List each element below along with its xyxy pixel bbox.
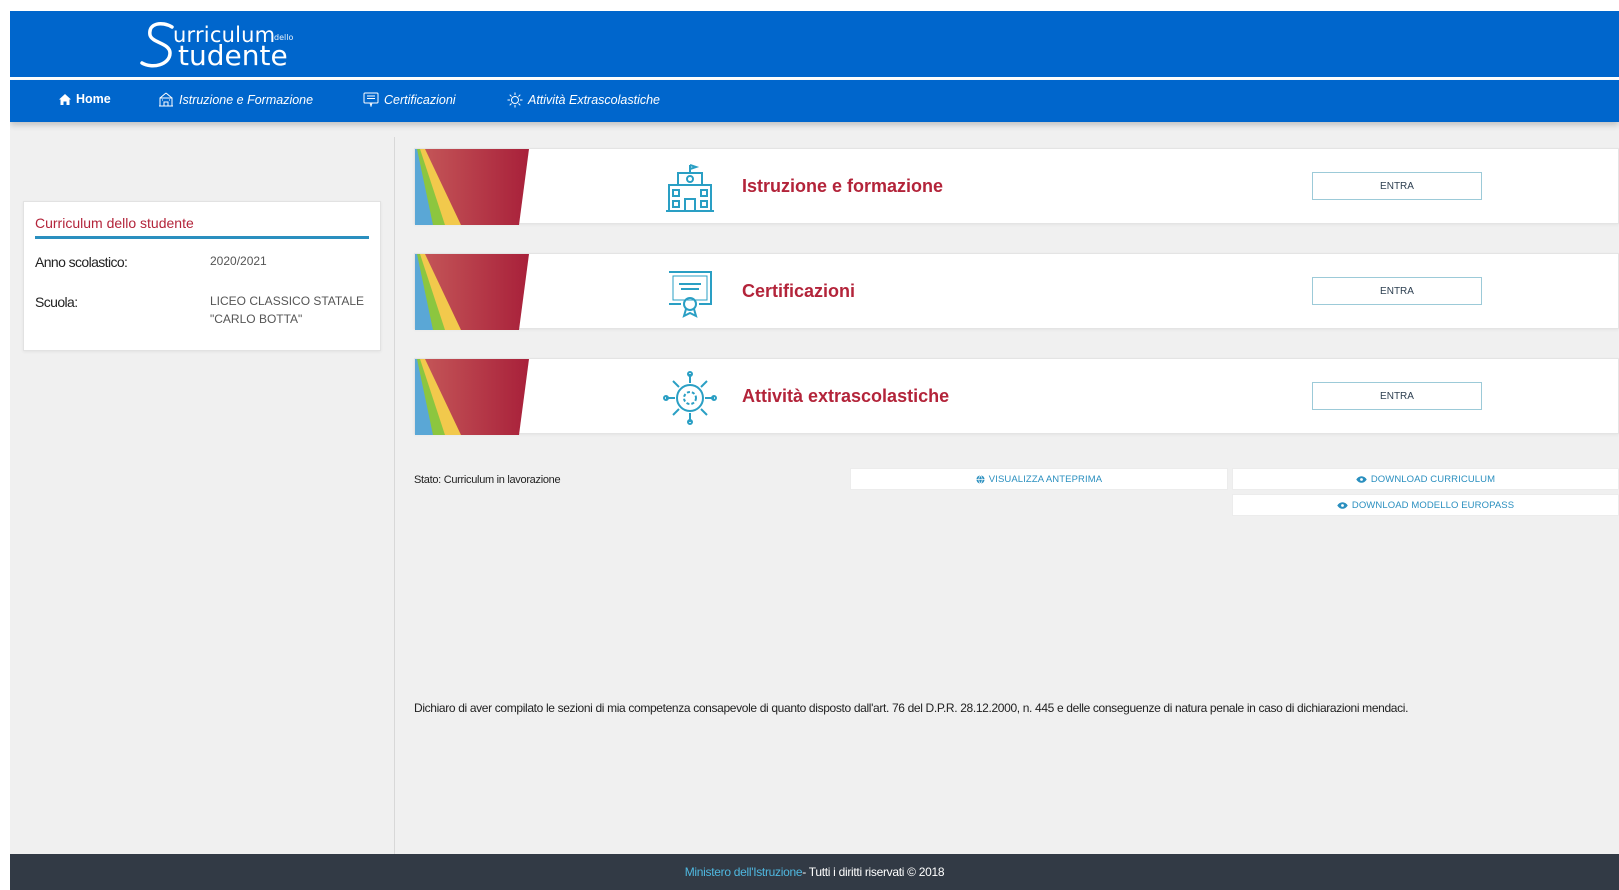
entra-button-istruzione[interactable]: ENTRA xyxy=(1312,172,1482,200)
app-frame: urriculum dello tudente Home Istruzione … xyxy=(10,11,1619,890)
section-card-istruzione: Istruzione e formazione ENTRA xyxy=(414,148,1619,225)
nav-item-label: Attività Extrascolastiche xyxy=(528,93,660,107)
nav-item-istruzione[interactable]: Istruzione e Formazione xyxy=(158,92,313,107)
entra-button-certificazioni[interactable]: ENTRA xyxy=(1312,277,1482,305)
preview-button[interactable]: VISUALIZZA ANTEPRIMA xyxy=(850,468,1228,490)
footer: Ministero dell'Istruzione - Tutti i diri… xyxy=(10,854,1619,890)
download-curriculum-label: DOWNLOAD CURRICULUM xyxy=(1370,473,1496,485)
entra-button-attivita[interactable]: ENTRA xyxy=(1312,382,1482,410)
scuola-value-line2: "CARLO BOTTA" xyxy=(210,312,303,326)
info-card-title: Curriculum dello studente xyxy=(35,215,194,231)
student-info-card: Curriculum dello studente Anno scolastic… xyxy=(23,201,381,351)
eye-icon xyxy=(1356,475,1367,483)
header-bar: urriculum dello tudente xyxy=(10,11,1619,77)
card-stripe-decoration xyxy=(415,149,529,225)
footer-ministero-link[interactable]: Ministero dell'Istruzione xyxy=(685,865,803,879)
globe-icon xyxy=(976,474,985,484)
section-card-certificazioni: Certificazioni ENTRA xyxy=(414,253,1619,330)
gear-icon xyxy=(507,92,523,108)
download-europass-button[interactable]: DOWNLOAD MODELLO EUROPASS xyxy=(1232,494,1619,516)
curriculum-status: Stato: Curriculum in lavorazione xyxy=(414,474,561,486)
info-card-underline xyxy=(35,236,369,239)
activity-gear-icon xyxy=(663,371,717,425)
scuola-label: Scuola: xyxy=(35,294,78,310)
nav-item-home[interactable]: Home xyxy=(59,92,111,106)
nav-item-label: Istruzione e Formazione xyxy=(179,92,314,107)
nav-item-attivita[interactable]: Attività Extrascolastiche xyxy=(507,92,660,108)
section-title: Attività extrascolastiche xyxy=(742,386,950,406)
section-title: Certificazioni xyxy=(742,281,856,301)
nav-item-label: Certificazioni xyxy=(384,92,456,107)
download-europass-label: DOWNLOAD MODELLO EUROPASS xyxy=(1351,499,1515,511)
logo-text-studente: tudente xyxy=(178,39,288,72)
card-stripe-decoration xyxy=(415,254,529,330)
certificate-icon xyxy=(363,92,379,107)
section-card-attivita: Attività extrascolastiche ENTRA xyxy=(414,358,1619,435)
anno-label: Anno scolastico: xyxy=(35,254,128,270)
section-title: Istruzione e formazione xyxy=(742,176,944,196)
certificate-icon xyxy=(669,271,712,318)
sidebar-separator xyxy=(394,137,395,864)
eye-icon xyxy=(1337,501,1348,509)
declaration-text: Dichiaro di aver compilato le sezioni di… xyxy=(414,701,1409,715)
anno-value: 2020/2021 xyxy=(210,254,267,268)
scuola-value-line1: LICEO CLASSICO STATALE xyxy=(210,294,365,308)
main-nav: Home Istruzione e Formazione Certificazi… xyxy=(10,80,1619,122)
logo[interactable]: urriculum dello tudente xyxy=(140,13,340,73)
preview-label: VISUALIZZA ANTEPRIMA xyxy=(988,473,1103,485)
footer-copyright: - Tutti i diritti riservati © 2018 xyxy=(802,865,945,879)
school-building-icon xyxy=(666,164,714,212)
nav-item-label: Home xyxy=(76,92,111,106)
card-stripe-decoration xyxy=(415,359,529,435)
download-curriculum-button[interactable]: DOWNLOAD CURRICULUM xyxy=(1232,468,1619,490)
school-icon xyxy=(159,92,173,107)
home-icon xyxy=(59,93,71,105)
nav-item-certificazioni[interactable]: Certificazioni xyxy=(363,92,456,107)
